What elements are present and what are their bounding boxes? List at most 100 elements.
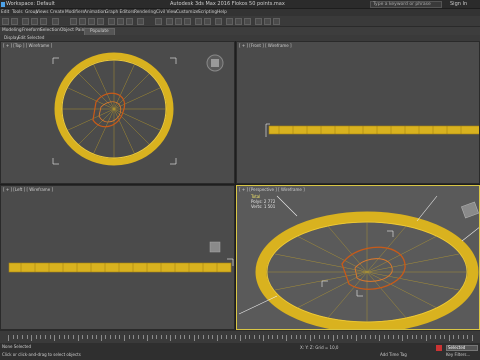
mirror-icon[interactable]	[195, 18, 202, 25]
timeline-tick	[12, 335, 14, 339]
rotate-icon[interactable]	[117, 18, 124, 25]
timeline-tick	[258, 335, 260, 339]
menu-create[interactable]: Create	[50, 9, 64, 16]
rendered-frame-icon[interactable]	[264, 18, 271, 25]
menu-tools[interactable]: Tools	[12, 9, 23, 16]
window-crossing-icon[interactable]	[97, 18, 104, 25]
timeline-tick	[388, 335, 390, 339]
menu-rendering[interactable]: Rendering	[134, 9, 156, 16]
timeline-tick	[351, 335, 353, 339]
window-title: Autodesk 3ds Max 2016 Flokos 50 points.m…	[170, 1, 285, 7]
menu-civil-view[interactable]: Civil View	[156, 9, 177, 16]
percent-snap-icon[interactable]	[184, 18, 191, 25]
timeline-tick	[110, 335, 112, 339]
layer-manager-icon[interactable]	[215, 18, 222, 25]
timeline-tick	[249, 335, 251, 339]
timeline-tick	[240, 335, 241, 341]
search-input[interactable]: Type a keyword or phrase	[370, 1, 442, 8]
add-time-tag-button[interactable]: Add Time Tag	[380, 352, 407, 357]
tab-object-paint[interactable]: Object Paint	[60, 28, 86, 34]
timeline-tick	[216, 335, 218, 341]
top-wireframe	[52, 52, 224, 166]
menu-customize[interactable]: Customize	[176, 9, 199, 16]
undo-icon[interactable]	[2, 18, 9, 25]
timeline-tick	[448, 335, 450, 341]
timeline-tick	[439, 335, 441, 339]
timeline-tick	[383, 335, 385, 339]
menu-modifiers[interactable]: Modifiers	[65, 9, 85, 16]
select-object-icon[interactable]	[70, 18, 77, 25]
timeline-tick	[91, 335, 93, 339]
menu-graph-editors[interactable]: Graph Editors	[105, 9, 135, 16]
schematic-view-icon[interactable]	[235, 18, 242, 25]
timeline-tick	[360, 335, 362, 339]
align-icon[interactable]	[204, 18, 211, 25]
menu-help[interactable]: Help	[217, 9, 227, 16]
render-icon[interactable]	[273, 18, 280, 25]
timeline-tick	[96, 335, 98, 339]
coordinate-readout[interactable]: X: Y: Z: Grid = 10,0	[300, 345, 338, 350]
link-icon[interactable]	[22, 18, 29, 25]
timeline-tick	[59, 335, 61, 339]
sign-in-link[interactable]: Sign In	[450, 1, 467, 7]
timeline-tick	[337, 335, 339, 339]
snaps-toggle-icon[interactable]	[166, 18, 173, 25]
reference-coordinate-icon[interactable]	[137, 18, 144, 25]
viewport-perspective[interactable]: [ + ] [Perspective ] [ Wireframe ] Total…	[236, 185, 480, 330]
bind-space-warp-icon[interactable]	[40, 18, 47, 25]
menu-edit[interactable]: Edit	[1, 9, 9, 16]
angle-snap-icon[interactable]	[175, 18, 182, 25]
timeline-tick	[17, 335, 19, 339]
move-icon[interactable]	[108, 18, 115, 25]
material-editor-icon[interactable]	[244, 18, 251, 25]
timeline-tick	[77, 335, 79, 341]
timeline-tick	[314, 335, 316, 339]
viewport-front[interactable]: [ + ] [Front ] [ Wireframe ]	[236, 41, 480, 184]
select-by-name-icon[interactable]	[79, 18, 86, 25]
timeline-track[interactable]	[0, 330, 480, 343]
auto-key-icon[interactable]	[436, 345, 442, 351]
perspective-wireframe	[238, 195, 479, 329]
timeline-tick	[402, 335, 404, 341]
timeline-tick	[86, 335, 88, 339]
prompt-line: Click or click-and-drag to select object…	[2, 352, 81, 357]
render-setup-icon[interactable]	[255, 18, 262, 25]
timeline-tick	[147, 335, 149, 341]
unlink-icon[interactable]	[31, 18, 38, 25]
tab-modeling[interactable]: Modeling	[2, 28, 22, 34]
timeline-tick	[272, 335, 274, 339]
timeline-tick	[170, 335, 172, 341]
timeline-tick	[253, 335, 255, 339]
menu-views[interactable]: Views	[36, 9, 48, 16]
key-filters-button[interactable]: Key Filters...	[446, 352, 470, 357]
timeline-tick	[300, 335, 302, 339]
timeline-tick	[458, 335, 460, 339]
timeline-tick	[188, 335, 190, 339]
timeline-tick	[277, 335, 279, 339]
timeline-tick	[31, 335, 33, 341]
redo-icon[interactable]	[11, 18, 18, 25]
selection-filter-icon[interactable]	[52, 18, 59, 25]
selected-dropdown[interactable]: Selected	[446, 345, 478, 351]
menu-animation[interactable]: Animation	[84, 9, 106, 16]
workspace-selector[interactable]: Workspace: Default	[6, 1, 55, 7]
timeline-tick	[365, 335, 367, 339]
timeline-tick	[453, 335, 455, 339]
timeline-tick	[82, 335, 84, 339]
timeline-tick	[45, 335, 47, 339]
tab-selection[interactable]: Selection	[40, 28, 60, 34]
timeline-tick	[202, 335, 204, 339]
timeline-tick	[267, 335, 269, 339]
pivot-center-icon[interactable]	[155, 18, 162, 25]
menu-scripting[interactable]: Scripting	[198, 9, 217, 16]
timeline-tick	[193, 335, 195, 341]
app-logo-icon[interactable]	[1, 2, 5, 7]
curve-editor-icon[interactable]	[226, 18, 233, 25]
timeline-tick	[119, 335, 121, 339]
viewport-top[interactable]: [ + ] [Top ] [ Wireframe ]	[0, 41, 235, 184]
timeline-tick	[369, 335, 371, 339]
viewport-left[interactable]: [ + ] [Left ] [ Wireframe ]	[0, 185, 235, 330]
tab-freeform[interactable]: Freeform	[22, 28, 41, 34]
scale-icon[interactable]	[126, 18, 133, 25]
rectangle-selection-icon[interactable]	[88, 18, 95, 25]
